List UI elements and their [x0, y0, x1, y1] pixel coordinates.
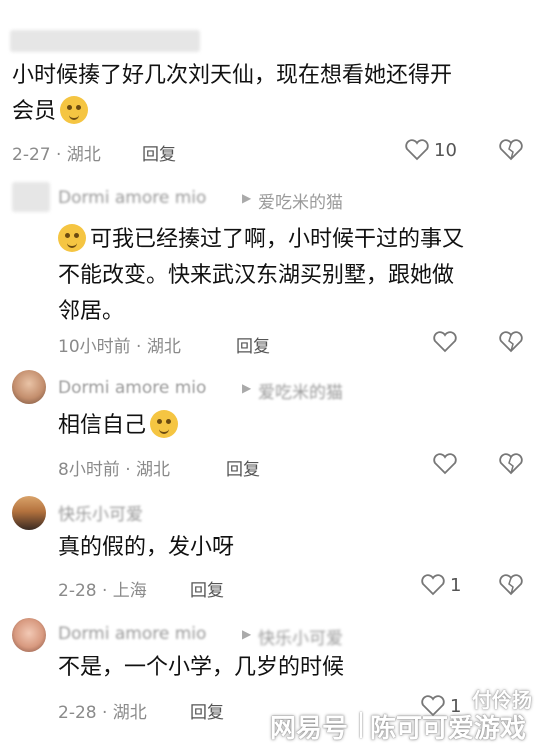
- comment-3-reply-to: 爱吃米的猫: [258, 383, 343, 403]
- reply-button[interactable]: 回复: [226, 455, 260, 480]
- avatar[interactable]: [12, 496, 46, 530]
- comment-4-text: 真的假的，发小呀: [58, 535, 235, 560]
- comment-5-meta: 2-28 · 湖北: [58, 703, 147, 723]
- comment-text-line: 会员: [12, 94, 452, 130]
- dislike-button[interactable]: [498, 452, 524, 480]
- face-palm-emoji-icon: [58, 224, 86, 252]
- comment-text-line: 邻居。: [58, 299, 125, 324]
- reply-button[interactable]: 回复: [190, 698, 224, 723]
- reply-arrow-icon: ▶: [242, 381, 252, 395]
- comment-1-text: 小时候揍了好几次刘天仙，现在想看她还得开 会员: [12, 58, 452, 130]
- like-button[interactable]: [432, 452, 458, 480]
- comment-5-reply-to: 快乐小可爱: [258, 629, 343, 649]
- broken-heart-icon: [499, 139, 523, 161]
- avatar[interactable]: [12, 370, 46, 404]
- blush-emoji-icon: [60, 96, 89, 124]
- comment-2-text: 可我已经揍过了啊，小时候干过的事又 不能改变。快来武汉东湖买别墅，跟她做 邻居。: [58, 222, 464, 330]
- dislike-button[interactable]: [498, 138, 524, 166]
- reply-arrow-icon: ▶: [242, 627, 252, 641]
- comment-2-reply-to: 爱吃米的猫: [258, 193, 343, 213]
- watermark-right: 陈可可爱游戏: [370, 714, 527, 744]
- heart-icon: [433, 453, 457, 475]
- avatar-blurred: [12, 182, 50, 212]
- comment-5-text: 不是，一个小学，几岁的时候: [58, 655, 345, 680]
- like-button[interactable]: [420, 573, 446, 601]
- comment-2-meta: 10小时前 · 湖北: [58, 337, 181, 357]
- reply-arrow-icon: ▶: [242, 191, 252, 205]
- comment-text-part: 可我已经揍过了啊，小时候干过的事又: [90, 227, 465, 252]
- comment-text-line: 可我已经揍过了啊，小时候干过的事又: [58, 222, 464, 258]
- comment-3-text: 相信自己: [58, 408, 179, 444]
- dislike-button[interactable]: [498, 330, 524, 358]
- reply-button[interactable]: 回复: [236, 332, 270, 357]
- reply-button[interactable]: 回复: [142, 140, 176, 165]
- comment-2-username: Dormi amore mio: [58, 188, 207, 208]
- dislike-button[interactable]: [498, 573, 524, 601]
- broken-heart-icon: [499, 453, 523, 475]
- heart-icon: [405, 139, 429, 161]
- broken-heart-icon: [499, 574, 523, 596]
- comment-text-line: 不能改变。快来武汉东湖买别墅，跟她做: [58, 263, 455, 288]
- comment-text-part: 相信自己: [58, 413, 147, 438]
- comment-text-line: 小时候揍了好几次刘天仙，现在想看她还得开: [12, 63, 453, 88]
- heart-icon: [421, 574, 445, 596]
- comment-4-username: 快乐小可爱: [58, 505, 143, 525]
- broken-heart-icon: [499, 331, 523, 353]
- like-button[interactable]: [432, 330, 458, 358]
- like-button[interactable]: [404, 138, 430, 166]
- comment-4-meta: 2-28 · 上海: [58, 581, 147, 601]
- thinking-emoji-icon: [150, 410, 179, 438]
- watermark-divider: [360, 712, 362, 738]
- comment-3-meta: 8小时前 · 湖北: [58, 460, 171, 480]
- watermark-left: 网易号: [270, 714, 349, 744]
- like-count: 10: [434, 140, 457, 161]
- comment-text-part: 会员: [12, 99, 57, 124]
- like-count: 1: [450, 575, 462, 596]
- avatar[interactable]: [12, 618, 46, 652]
- blurred-username: [10, 30, 200, 52]
- heart-icon: [433, 331, 457, 353]
- comment-1-meta: 2-27 · 湖北: [12, 145, 101, 165]
- comment-5-username: Dormi amore mio: [58, 624, 207, 644]
- comment-3-username: Dormi amore mio: [58, 378, 207, 398]
- reply-button[interactable]: 回复: [190, 576, 224, 601]
